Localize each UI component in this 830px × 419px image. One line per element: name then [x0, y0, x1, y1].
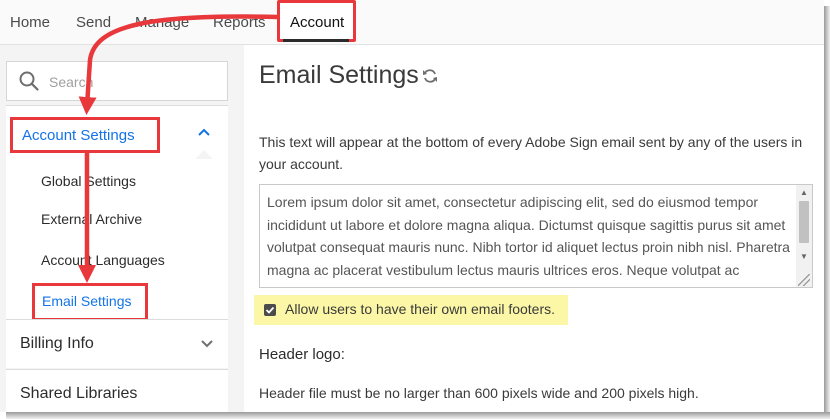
allow-footers-label: Allow users to have their own email foot… — [285, 301, 556, 317]
account-settings-header[interactable]: Account Settings — [10, 117, 160, 153]
email-footer-text[interactable]: Lorem ipsum dolor sit amet, consectetur … — [267, 191, 792, 287]
sidebar-section-shared-libraries[interactable]: Shared Libraries — [6, 369, 228, 412]
footer-description: This text will appear at the bottom of e… — [259, 134, 803, 172]
email-settings-label: Email Settings — [42, 293, 132, 309]
scroll-down-arrow-icon[interactable]: ▼ — [800, 252, 808, 261]
textarea-scrollbar[interactable]: ▲ ▼ — [796, 185, 812, 287]
email-footer-textarea[interactable]: Lorem ipsum dolor sit amet, consectetur … — [259, 184, 813, 288]
header-logo-heading: Header logo: — [259, 346, 345, 363]
sidebar: Global Settings External Archive Account… — [0, 45, 244, 412]
search-input[interactable] — [47, 70, 221, 94]
window-shadow-right — [824, 6, 830, 419]
refresh-icon[interactable] — [422, 68, 438, 84]
search-box[interactable] — [6, 61, 228, 101]
checkmark-icon — [265, 306, 275, 314]
nav-account[interactable]: Account — [277, 0, 356, 42]
nav-manage[interactable]: Manage — [135, 14, 189, 31]
sidebar-item-external-archive[interactable]: External Archive — [41, 211, 142, 227]
top-nav: Home Send Manage Reports Account — [0, 0, 824, 45]
search-icon — [19, 71, 39, 91]
nav-send[interactable]: Send — [76, 14, 111, 31]
window-shadow-bottom — [6, 412, 830, 419]
allow-footers-option: Allow users to have their own email foot… — [254, 295, 568, 325]
app-window: Home Send Manage Reports Account Global … — [0, 0, 824, 412]
nav-account-label: Account — [290, 14, 345, 31]
billing-info-label: Billing Info — [20, 335, 94, 352]
header-logo-note: Header file must be no larger than 600 p… — [259, 385, 699, 401]
sidebar-item-global-settings[interactable]: Global Settings — [41, 173, 136, 189]
chevron-down-icon[interactable] — [200, 339, 214, 349]
scroll-up-arrow-icon[interactable]: ▲ — [800, 188, 808, 197]
chevron-up-icon[interactable] — [197, 127, 211, 137]
nav-reports[interactable]: Reports — [213, 14, 266, 31]
main-content: Email Settings This text will appear at … — [244, 45, 824, 412]
shared-libraries-label: Shared Libraries — [20, 385, 138, 402]
account-settings-label: Account Settings — [22, 127, 135, 144]
active-caret — [195, 150, 213, 159]
sidebar-item-account-languages[interactable]: Account Languages — [41, 252, 165, 268]
page-title: Email Settings — [259, 61, 419, 89]
allow-footers-checkbox[interactable] — [264, 304, 276, 316]
nav-active-underline — [283, 39, 349, 42]
sidebar-item-email-settings[interactable]: Email Settings — [32, 283, 148, 321]
scrollbar-thumb[interactable] — [799, 201, 809, 243]
resize-grip-icon[interactable] — [798, 274, 810, 286]
nav-home[interactable]: Home — [10, 14, 50, 31]
sidebar-section-billing-info[interactable]: Billing Info — [6, 319, 228, 368]
